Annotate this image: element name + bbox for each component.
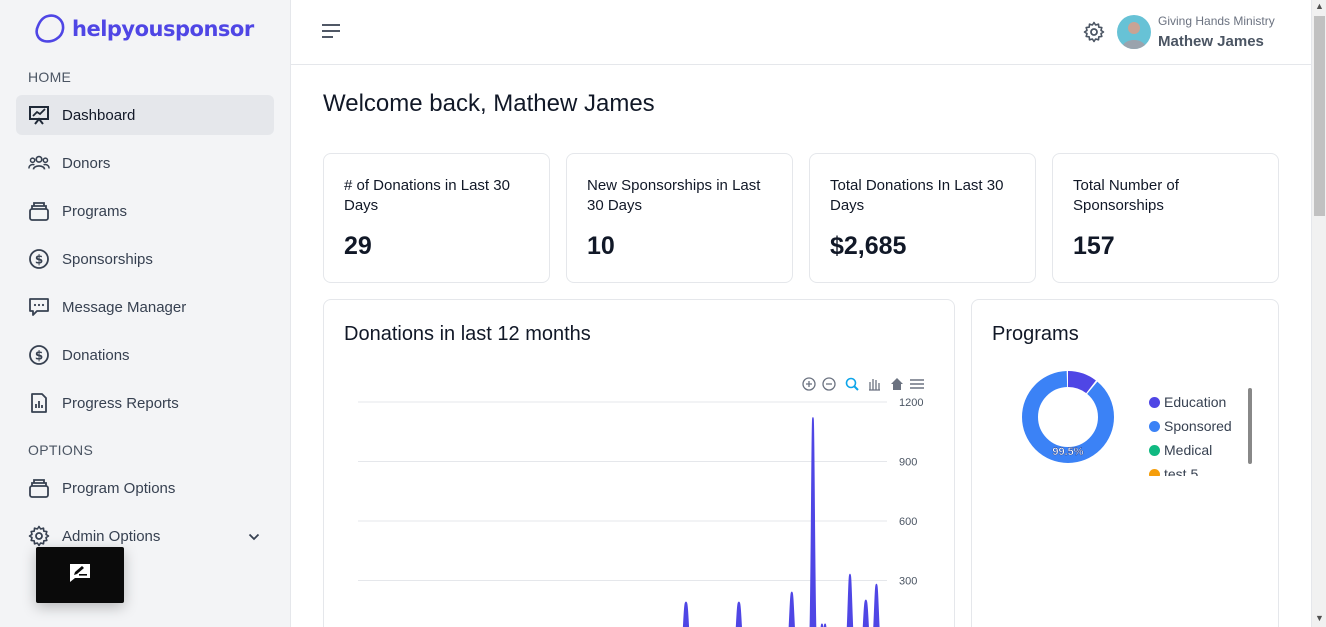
donut-percentage-label: 99.5% <box>1052 446 1083 458</box>
zoom-in-icon[interactable] <box>802 377 816 391</box>
scroll-down-icon[interactable]: ▼ <box>1315 613 1324 623</box>
sidebar-item-label: Message Manager <box>62 298 187 316</box>
user-name[interactable]: Mathew James <box>1158 33 1264 50</box>
y-tick-label: 300 <box>899 576 917 588</box>
chart-legend: Education Sponsored Medical test 5 <box>1149 390 1249 476</box>
report-icon <box>28 392 50 414</box>
donation-peak[interactable] <box>846 573 854 627</box>
stat-value: 10 <box>587 232 615 260</box>
chat-icon <box>28 296 50 318</box>
settings-gear-icon[interactable] <box>1083 21 1105 48</box>
sidebar-item-donors[interactable]: Donors <box>16 143 274 183</box>
brand-logo[interactable]: helpyousponsor <box>34 14 254 44</box>
y-tick-label: 900 <box>899 457 917 469</box>
donation-peak[interactable] <box>809 417 817 627</box>
legend-marker <box>1149 420 1160 432</box>
y-tick-label: 1200 <box>899 397 923 409</box>
menu-toggle-icon[interactable] <box>321 22 341 45</box>
sidebar-item-dashboard[interactable]: Dashboard <box>16 95 274 135</box>
feedback-chat-button[interactable] <box>36 547 124 603</box>
stat-card-total-sponsorships: Total Number of Sponsorships 157 <box>1052 153 1279 283</box>
users-icon <box>28 152 50 174</box>
donation-peak[interactable] <box>873 583 880 627</box>
stat-label: Total Donations In Last 30 Days <box>830 177 1004 214</box>
sidebar-item-label: Admin Options <box>62 527 161 545</box>
chart-title: Programs <box>992 323 1079 345</box>
sidebar-item-label: Program Options <box>62 479 176 497</box>
stat-value: 29 <box>344 232 372 260</box>
page-title: Welcome back, Mathew James <box>323 90 655 117</box>
page-scrollbar[interactable]: ▲ ▼ <box>1311 0 1326 627</box>
stat-card-new-sponsorships: New Sponsorships in Last 30 Days 10 <box>566 153 793 283</box>
donation-peak[interactable] <box>682 601 690 627</box>
home-icon[interactable] <box>891 378 903 390</box>
topbar: Giving Hands Ministry Mathew James <box>291 0 1311 65</box>
programs-chart-panel: Programs 99.5% Education Sponsored Medic… <box>971 299 1279 627</box>
legend-marker <box>1149 444 1160 456</box>
y-tick-label: 600 <box>899 516 917 528</box>
legend-marker <box>1149 396 1160 408</box>
sidebar: helpyousponsor HOME Dashboard Donors Pro… <box>0 0 291 627</box>
svg-text:$: $ <box>35 253 43 267</box>
legend-item-education[interactable]: Education <box>1149 390 1249 414</box>
legend-scrollbar[interactable] <box>1248 388 1252 464</box>
svg-text:$: $ <box>35 349 43 363</box>
donation-peak[interactable] <box>862 599 869 627</box>
brand-name: helpyousponsor <box>72 17 254 41</box>
sidebar-item-program-options[interactable]: Program Options <box>16 468 274 508</box>
stat-card-total-donations: Total Donations In Last 30 Days $2,685 <box>809 153 1036 283</box>
programs-donut-chart: 99.5% <box>1022 371 1114 463</box>
pan-icon[interactable] <box>869 379 880 391</box>
stat-label: # of Donations in Last 30 Days <box>344 177 510 214</box>
dollar-circle-icon: $ <box>28 344 50 366</box>
sidebar-item-label: Sponsorships <box>62 250 153 268</box>
feedback-icon <box>69 563 91 588</box>
stack-icon <box>28 477 50 499</box>
scroll-thumb[interactable] <box>1314 16 1325 216</box>
sidebar-item-programs[interactable]: Programs <box>16 191 274 231</box>
chevron-down-icon <box>248 528 260 545</box>
zoom-icon[interactable] <box>845 377 859 391</box>
stat-card-donations: # of Donations in Last 30 Days 29 <box>323 153 550 283</box>
sidebar-item-label: Dashboard <box>62 106 136 124</box>
dollar-circle-icon: $ <box>28 248 50 270</box>
avatar[interactable] <box>1117 15 1151 49</box>
user-organization: Giving Hands Ministry <box>1158 14 1275 28</box>
presentation-chart-icon <box>28 104 50 126</box>
menu-icon[interactable] <box>910 379 924 389</box>
sidebar-item-label: Programs <box>62 202 128 220</box>
scroll-up-icon[interactable]: ▲ <box>1315 1 1324 11</box>
legend-label: test 5 <box>1164 466 1199 476</box>
stack-icon <box>28 200 50 222</box>
donut-slice-sponsored[interactable] <box>1022 371 1114 463</box>
stat-value: 157 <box>1073 232 1115 260</box>
sidebar-item-label: Donations <box>62 346 130 364</box>
legend-item-test-5[interactable]: test 5 <box>1149 462 1249 476</box>
legend-item-sponsored[interactable]: Sponsored <box>1149 414 1249 438</box>
section-label-home: HOME <box>28 69 72 85</box>
sidebar-item-progress-reports[interactable]: Progress Reports <box>16 383 274 423</box>
donations-chart-panel: Donations in last 12 months 300 600 900 120… <box>323 299 955 627</box>
legend-label: Medical <box>1164 442 1213 458</box>
gear-icon <box>28 525 50 547</box>
legend-marker <box>1149 468 1160 476</box>
section-label-options: OPTIONS <box>28 442 94 458</box>
donation-peak[interactable] <box>788 591 795 627</box>
legend-item-medical[interactable]: Medical <box>1149 438 1249 462</box>
stat-label: New Sponsorships in Last 30 Days <box>587 177 761 214</box>
stat-value: $2,685 <box>830 232 907 260</box>
stat-label: Total Number of Sponsorships <box>1073 177 1179 214</box>
sidebar-item-sponsorships[interactable]: $ Sponsorships <box>16 239 274 279</box>
legend-label: Education <box>1164 394 1227 410</box>
donation-peak[interactable] <box>735 601 742 627</box>
sidebar-item-donations[interactable]: $ Donations <box>16 335 274 375</box>
zoom-out-icon[interactable] <box>822 377 836 391</box>
sidebar-item-label: Progress Reports <box>62 394 179 412</box>
donations-area-chart: 300 600 900 1200 <box>358 377 924 627</box>
sidebar-item-label: Donors <box>62 154 111 172</box>
sidebar-item-message-manager[interactable]: Message Manager <box>16 287 274 327</box>
legend-label: Sponsored <box>1164 418 1232 434</box>
logo-icon <box>35 14 65 43</box>
